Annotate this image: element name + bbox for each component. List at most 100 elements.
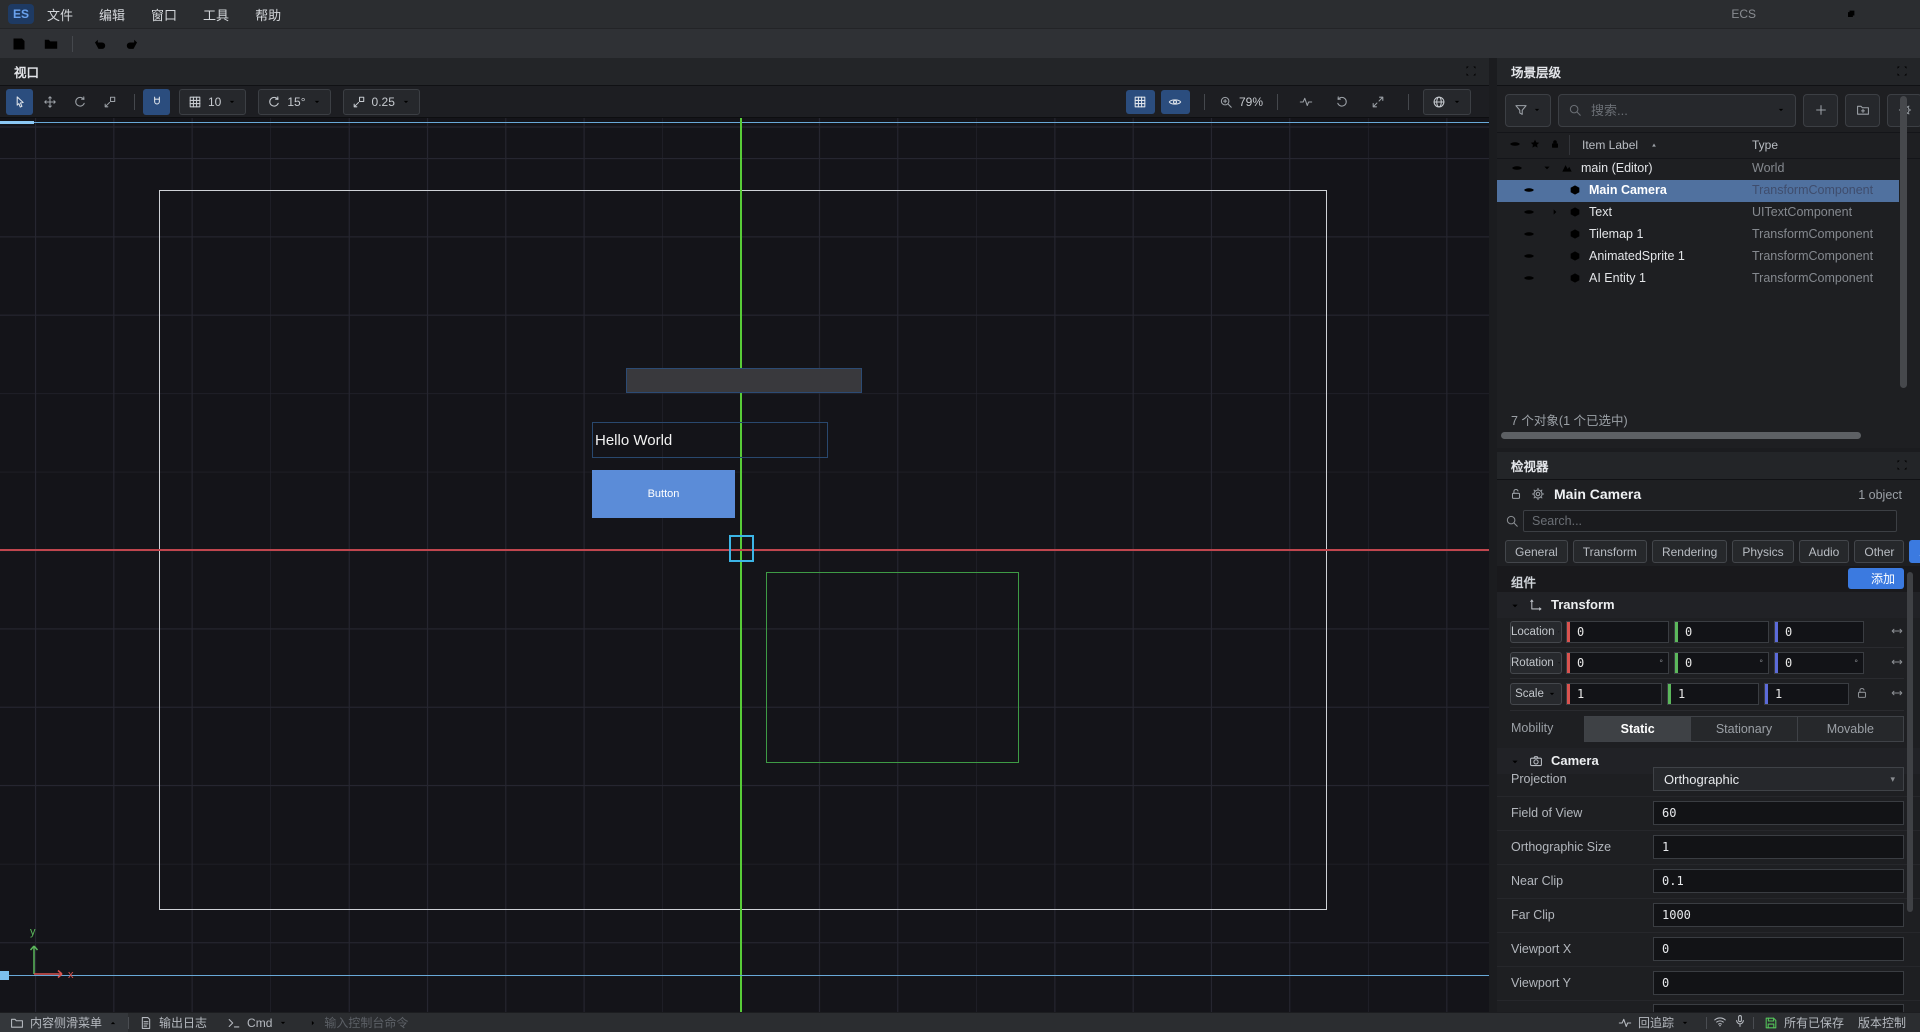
location-x-input[interactable]: [1570, 625, 1668, 639]
viewport-y-field[interactable]: [1653, 971, 1904, 995]
scale-x-field[interactable]: [1566, 683, 1662, 705]
link-axes-icon[interactable]: [1890, 624, 1904, 643]
far-clip-field[interactable]: [1653, 903, 1904, 927]
item-label-column[interactable]: Item Label: [1582, 138, 1638, 152]
minimize-button[interactable]: [1782, 0, 1828, 28]
tab-other[interactable]: Other: [1854, 540, 1904, 563]
ui-text-element[interactable]: Hello World: [592, 422, 828, 458]
move-tool[interactable]: [36, 89, 63, 115]
eye-icon[interactable]: [1523, 184, 1535, 199]
location-z-field[interactable]: [1774, 621, 1864, 643]
rotate-tool[interactable]: [66, 89, 93, 115]
lock-scale-icon[interactable]: [1855, 686, 1869, 705]
tab-all[interactable]: All: [1909, 540, 1920, 563]
location-dropdown[interactable]: Location: [1510, 621, 1562, 643]
viewport-globe-dropdown[interactable]: [1423, 89, 1471, 115]
tree-row-animatedsprite[interactable]: AnimatedSprite 1 TransformComponent: [1497, 246, 1899, 268]
open-folder-button[interactable]: [38, 32, 64, 56]
mobility-static[interactable]: Static: [1585, 717, 1691, 741]
favorite-column-icon[interactable]: [1529, 138, 1541, 153]
chevron-down-icon[interactable]: [1541, 162, 1553, 177]
eye-icon[interactable]: [1523, 272, 1535, 287]
network-icon[interactable]: [1713, 1014, 1727, 1031]
hierarchy-vertical-scrollbar[interactable]: [1900, 96, 1907, 388]
location-y-field[interactable]: [1674, 621, 1769, 643]
add-component-button[interactable]: 添加: [1848, 568, 1904, 589]
gear-icon[interactable]: [1531, 487, 1545, 506]
fullscreen-button[interactable]: [1364, 89, 1391, 115]
near-clip-field[interactable]: [1653, 869, 1904, 893]
rotation-x-field[interactable]: °: [1566, 652, 1669, 674]
menu-file[interactable]: 文件: [34, 0, 86, 28]
lock-column-icon[interactable]: [1549, 138, 1561, 153]
grid-snap-dropdown[interactable]: 10: [179, 89, 246, 115]
chevron-right-icon[interactable]: [1549, 206, 1561, 221]
tree-row-text[interactable]: Text UITextComponent: [1497, 202, 1899, 224]
eye-icon[interactable]: [1511, 162, 1523, 177]
scale-dropdown[interactable]: Scale: [1510, 683, 1562, 705]
redo-button[interactable]: [119, 32, 145, 56]
projection-select[interactable]: Orthographic ▾: [1653, 767, 1904, 791]
ui-button-element[interactable]: Button: [592, 470, 735, 518]
location-y-input[interactable]: [1678, 625, 1768, 639]
menu-edit[interactable]: 编辑: [86, 0, 138, 28]
visibility-column-icon[interactable]: [1509, 138, 1521, 153]
ui-panel-bar[interactable]: [626, 368, 862, 393]
chevron-down-icon[interactable]: [1509, 599, 1521, 617]
output-log-button[interactable]: 输出日志: [129, 1013, 217, 1032]
viewport-x-input[interactable]: [1654, 942, 1903, 956]
rotation-y-input[interactable]: [1678, 656, 1759, 670]
type-column[interactable]: Type: [1752, 138, 1778, 152]
ortho-size-input[interactable]: [1654, 840, 1903, 854]
mobility-movable[interactable]: Movable: [1798, 717, 1903, 741]
tree-row-main[interactable]: main (Editor) World: [1497, 158, 1899, 180]
transform-section-header[interactable]: Transform: [1497, 592, 1920, 618]
scale-y-field[interactable]: [1667, 683, 1759, 705]
entity-bounds-rect[interactable]: [766, 572, 1019, 763]
scale-z-field[interactable]: [1764, 683, 1849, 705]
rotation-z-input[interactable]: [1778, 656, 1854, 670]
eye-icon[interactable]: [1523, 250, 1535, 265]
scale-snap-dropdown[interactable]: 0.25: [343, 89, 420, 115]
tree-row-ai-entity[interactable]: AI Entity 1 TransformComponent: [1497, 268, 1899, 290]
near-clip-input[interactable]: [1654, 874, 1903, 888]
scale-z-input[interactable]: [1768, 687, 1848, 701]
grid-visibility-toggle[interactable]: [1126, 90, 1155, 114]
add-entity-button[interactable]: [1803, 94, 1838, 127]
viewport-expand-icon[interactable]: [1465, 65, 1477, 80]
menu-help[interactable]: 帮助: [242, 0, 294, 28]
snap-magnet-toggle[interactable]: [143, 89, 170, 115]
eye-icon[interactable]: [1523, 206, 1535, 221]
stats-toggle[interactable]: [1292, 89, 1319, 115]
tab-physics[interactable]: Physics: [1732, 540, 1793, 563]
tree-row-tilemap[interactable]: Tilemap 1 TransformComponent: [1497, 224, 1899, 246]
save-button[interactable]: [6, 32, 32, 56]
eye-icon[interactable]: [1523, 228, 1535, 243]
guide-top-handle[interactable]: [0, 121, 34, 124]
hierarchy-expand-icon[interactable]: [1896, 65, 1908, 80]
selection-gizmo-square[interactable]: [729, 535, 754, 562]
tab-transform[interactable]: Transform: [1573, 540, 1647, 563]
unlock-icon[interactable]: [1509, 487, 1523, 506]
link-axes-icon[interactable]: [1890, 686, 1904, 705]
rotation-snap-dropdown[interactable]: 15°: [258, 89, 330, 115]
scale-tool[interactable]: [96, 89, 123, 115]
guide-bottom-handle[interactable]: [0, 971, 9, 980]
viewport-y-input[interactable]: [1654, 976, 1903, 990]
location-z-input[interactable]: [1778, 625, 1863, 639]
voice-icon[interactable]: [1733, 1014, 1747, 1031]
select-tool[interactable]: [6, 89, 33, 115]
add-folder-button[interactable]: [1845, 94, 1880, 127]
link-axes-icon[interactable]: [1890, 655, 1904, 674]
fov-field[interactable]: [1653, 801, 1904, 825]
scene-canvas[interactable]: Hello World Button y x: [0, 118, 1489, 1012]
rotation-y-field[interactable]: °: [1674, 652, 1769, 674]
hierarchy-search-field[interactable]: [1589, 102, 1769, 119]
scale-y-input[interactable]: [1671, 687, 1758, 701]
console-input[interactable]: 输入控制台命令: [298, 1013, 418, 1032]
hierarchy-search-input[interactable]: [1558, 94, 1796, 127]
maximize-button[interactable]: [1828, 0, 1874, 28]
rotation-x-input[interactable]: [1570, 656, 1659, 670]
menu-window[interactable]: 窗口: [138, 0, 190, 28]
mobility-stationary[interactable]: Stationary: [1691, 717, 1797, 741]
